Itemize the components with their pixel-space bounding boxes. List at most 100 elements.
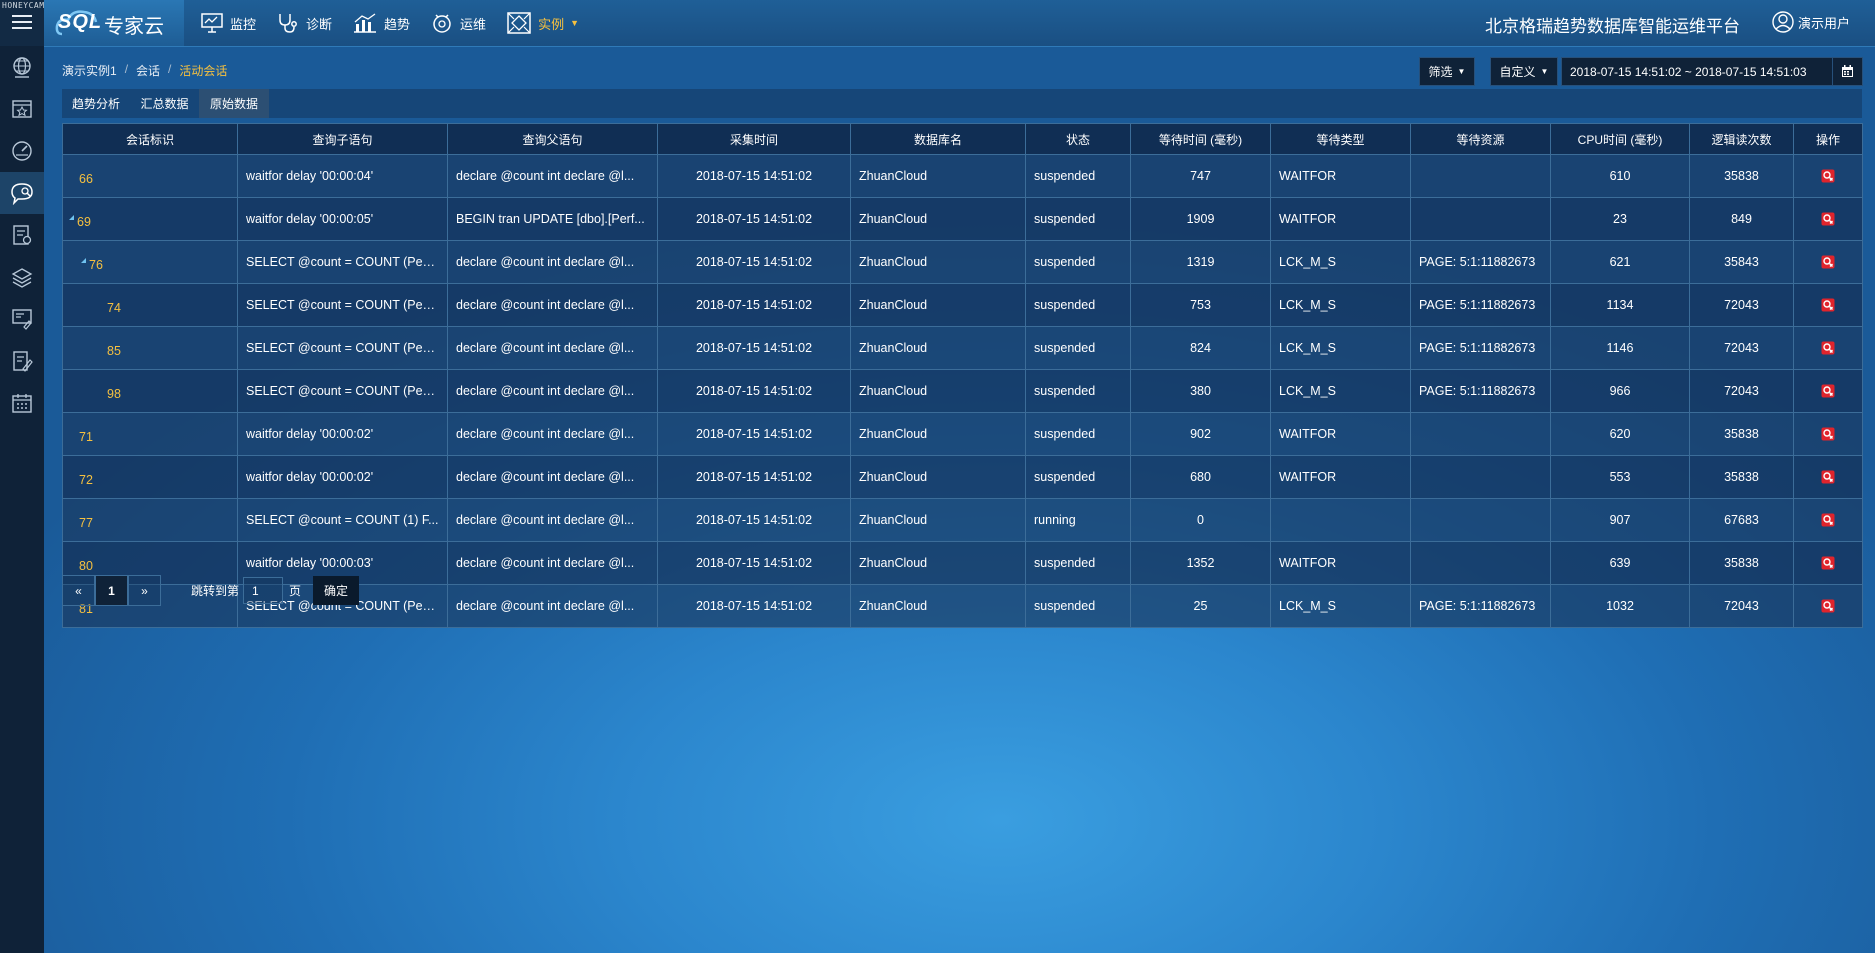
kill-session-icon[interactable]: [1821, 212, 1835, 226]
column-header[interactable]: 查询父语句: [447, 123, 658, 155]
session-chat-icon: [11, 183, 33, 205]
session-id-cell[interactable]: 72: [62, 455, 238, 499]
session-id-cell[interactable]: 85: [62, 326, 238, 370]
pagination-prev[interactable]: «: [62, 575, 95, 606]
column-header[interactable]: 操作: [1793, 123, 1863, 155]
cell-parent: declare @count int declare @l...: [447, 455, 658, 499]
table-row[interactable]: 76 SELECT @count = COUNT (Perf... declare …: [62, 240, 1863, 284]
column-header[interactable]: CPU时间 (毫秒): [1550, 123, 1690, 155]
kill-session-icon[interactable]: [1821, 341, 1835, 355]
kill-session-icon[interactable]: [1821, 255, 1835, 269]
kill-session-icon[interactable]: [1821, 513, 1835, 527]
column-header[interactable]: 状态: [1025, 123, 1131, 155]
session-id-cell[interactable]: 98: [62, 369, 238, 413]
session-id-cell[interactable]: 69: [62, 197, 238, 241]
confirm-jump-button[interactable]: 确定: [313, 576, 360, 605]
session-id-cell[interactable]: 71: [62, 412, 238, 456]
session-id: 76: [89, 258, 103, 272]
nav-item-instance[interactable]: 实例 ▼: [506, 0, 579, 46]
cell-wait-type: LCK_M_S: [1270, 326, 1411, 370]
kill-session-icon[interactable]: [1821, 169, 1835, 183]
cell-wait-type: LCK_M_S: [1270, 240, 1411, 284]
table-row[interactable]: 69 waitfor delay '00:00:05' BEGIN tran UPD…: [62, 197, 1863, 241]
sidebar-item-dashboard[interactable]: [0, 130, 44, 172]
kill-session-icon[interactable]: [1821, 556, 1835, 570]
cell-db: ZhuanCloud: [850, 584, 1026, 628]
pagination-page-current[interactable]: 1: [95, 575, 128, 606]
kill-session-icon[interactable]: [1821, 384, 1835, 398]
cell-cpu: 620: [1550, 412, 1690, 456]
brand-logo[interactable]: SQL 专家云: [44, 0, 184, 46]
column-header[interactable]: 逻辑读次数: [1689, 123, 1794, 155]
nav-item-trend[interactable]: 趋势: [352, 0, 410, 46]
column-header[interactable]: 会话标识: [62, 123, 238, 155]
sidebar-item-layers[interactable]: [0, 256, 44, 298]
table-row[interactable]: 77 SELECT @count = COUNT (1) F... declare …: [62, 498, 1863, 542]
session-id-cell[interactable]: 66: [62, 154, 238, 198]
page-suffix-label: 页: [289, 584, 302, 598]
column-header[interactable]: 采集时间: [657, 123, 851, 155]
nav-item-diagnose[interactable]: 诊断: [276, 0, 332, 46]
table-row[interactable]: 74 SELECT @count = COUNT (Perf... declare …: [62, 283, 1863, 327]
pagination-next[interactable]: »: [128, 575, 161, 606]
column-header[interactable]: 等待时间 (毫秒): [1130, 123, 1271, 155]
nav-item-ops[interactable]: 运维: [430, 0, 486, 46]
cell-child: waitfor delay '00:00:02': [237, 412, 448, 456]
column-header[interactable]: 等待类型: [1270, 123, 1411, 155]
sidebar-item-monitor-edit[interactable]: [0, 298, 44, 340]
kill-session-icon[interactable]: [1821, 427, 1835, 441]
sidebar-item-favorites[interactable]: [0, 88, 44, 130]
table-row[interactable]: 71 waitfor delay '00:00:02' declare @count…: [62, 412, 1863, 456]
user-menu[interactable]: 演示用户: [1772, 11, 1850, 33]
session-id: 66: [79, 172, 93, 186]
action-cell: [1793, 412, 1863, 456]
cell-parent: declare @count int declare @l...: [447, 240, 658, 284]
cell-parent: declare @count int declare @l...: [447, 154, 658, 198]
cell-wait-ms: 680: [1130, 455, 1271, 499]
sidebar-item-report[interactable]: [0, 214, 44, 256]
cell-wait-res: PAGE: 5:1:11882673: [1410, 584, 1551, 628]
table-row[interactable]: 98 SELECT @count = COUNT (Perf... declare …: [62, 369, 1863, 413]
nav-item-monitor[interactable]: 监控: [200, 0, 256, 46]
hamburger-menu-icon[interactable]: [12, 15, 32, 29]
breadcrumb-session[interactable]: 会话: [136, 62, 160, 79]
jump-page-input[interactable]: [243, 577, 284, 604]
cell-cpu: 1032: [1550, 584, 1690, 628]
cell-wait-ms: 0: [1130, 498, 1271, 542]
filter-button[interactable]: 筛选 ▼: [1419, 57, 1475, 86]
column-header[interactable]: 等待资源: [1410, 123, 1551, 155]
cell-cpu: 621: [1550, 240, 1690, 284]
calendar-picker-button[interactable]: [1831, 58, 1863, 85]
breadcrumb-active-session: 活动会话: [179, 64, 228, 78]
column-header[interactable]: 数据库名: [850, 123, 1026, 155]
breadcrumb-instance[interactable]: 演示实例1: [62, 62, 117, 79]
sidebar-item-calendar[interactable]: [0, 382, 44, 424]
cell-parent: declare @count int declare @l...: [447, 541, 658, 585]
table-row[interactable]: 72 waitfor delay '00:00:02' declare @count…: [62, 455, 1863, 499]
date-range-field[interactable]: 2018-07-15 14:51:02 ~ 2018-07-15 14:51:0…: [1561, 57, 1863, 86]
kill-session-icon[interactable]: [1821, 599, 1835, 613]
session-id-cell[interactable]: 77: [62, 498, 238, 542]
cell-wait-ms: 1352: [1130, 541, 1271, 585]
column-header[interactable]: 查询子语句: [237, 123, 448, 155]
sidebar-item-globe[interactable]: [0, 46, 44, 88]
nav-label-instance: 实例: [538, 16, 565, 32]
sidebar-item-session[interactable]: [0, 172, 44, 214]
tab-trend-analysis[interactable]: 趋势分析: [62, 89, 130, 118]
custom-range-label: 自定义: [1499, 65, 1536, 79]
expand-toggle-icon[interactable]: [69, 215, 74, 220]
custom-range-button[interactable]: 自定义 ▼: [1490, 57, 1558, 86]
kill-session-icon[interactable]: [1821, 470, 1835, 484]
expand-toggle-icon[interactable]: [81, 258, 86, 263]
table-row[interactable]: 66 waitfor delay '00:00:04' declare @count…: [62, 154, 1863, 198]
sidebar-item-document-edit[interactable]: [0, 340, 44, 382]
cell-parent: declare @count int declare @l...: [447, 584, 658, 628]
tab-summary-data[interactable]: 汇总数据: [130, 89, 199, 118]
table-row[interactable]: 85 SELECT @count = COUNT (Perf... declare …: [62, 326, 1863, 370]
session-id-cell[interactable]: 74: [62, 283, 238, 327]
session-id-cell[interactable]: 76: [62, 240, 238, 284]
cell-wait-res: [1410, 154, 1551, 198]
cell-status: suspended: [1025, 584, 1131, 628]
kill-session-icon[interactable]: [1821, 298, 1835, 312]
tab-raw-data[interactable]: 原始数据: [199, 89, 269, 118]
